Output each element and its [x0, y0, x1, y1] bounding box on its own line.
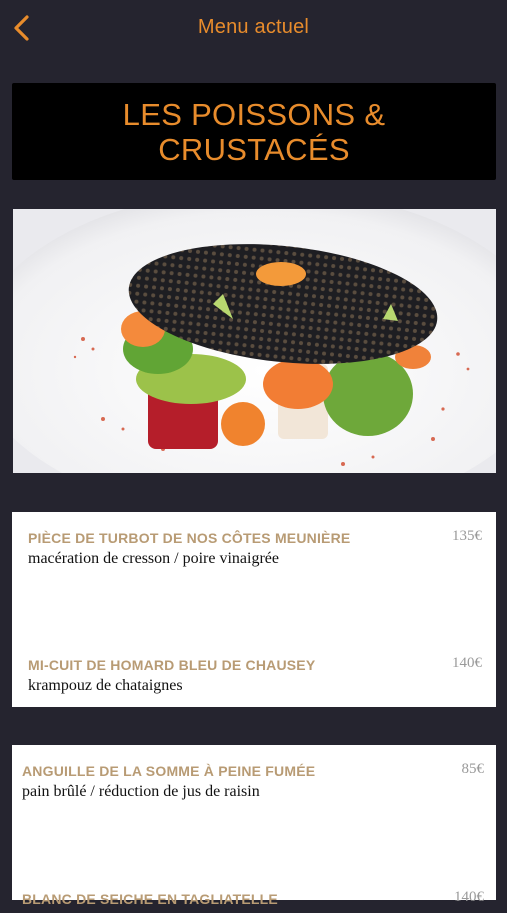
dish-price: 140€: [452, 655, 482, 671]
category-banner: LES POISSONS & CRUSTACÉS: [12, 83, 496, 180]
menu-item[interactable]: MI-CUIT DE HOMARD BLEU DE CHAUSEY krampo…: [12, 639, 496, 707]
dish-description: macération de cresson / poire vinaigrée: [28, 550, 279, 567]
category-title: LES POISSONS & CRUSTACÉS: [122, 96, 386, 167]
dish-name: PIÈCE DE TURBOT DE NOS CÔTES MEUNIÈRE: [28, 530, 351, 546]
dish-name: MI-CUIT DE HOMARD BLEU DE CHAUSEY: [28, 657, 316, 673]
dish-price: 85€: [461, 761, 485, 777]
top-bar: Menu actuel: [0, 0, 507, 58]
page-title: Menu actuel: [197, 16, 310, 38]
dish-photo: [13, 209, 496, 473]
dish-description: krampouz de chataignes: [28, 677, 183, 694]
dish-name: ANGUILLE DE LA SOMME À PEINE FUMÉE: [22, 763, 316, 779]
dish-name: BLANC DE SEICHE EN TAGLIATELLE: [22, 891, 278, 907]
dish-description: pain brûlé / réduction de jus de raisin: [22, 783, 260, 800]
dish-price: 135€: [452, 528, 482, 544]
menu-item[interactable]: BLANC DE SEICHE EN TAGLIATELLE 140€: [12, 873, 496, 913]
menu-item[interactable]: PIÈCE DE TURBOT DE NOS CÔTES MEUNIÈRE ma…: [12, 512, 496, 609]
menu-item[interactable]: ANGUILLE DE LA SOMME À PEINE FUMÉE pain …: [12, 745, 496, 842]
dish-price: 140€: [454, 889, 484, 905]
menu-card: ANGUILLE DE LA SOMME À PEINE FUMÉE pain …: [12, 745, 496, 907]
menu-card: PIÈCE DE TURBOT DE NOS CÔTES MEUNIÈRE ma…: [12, 512, 496, 707]
